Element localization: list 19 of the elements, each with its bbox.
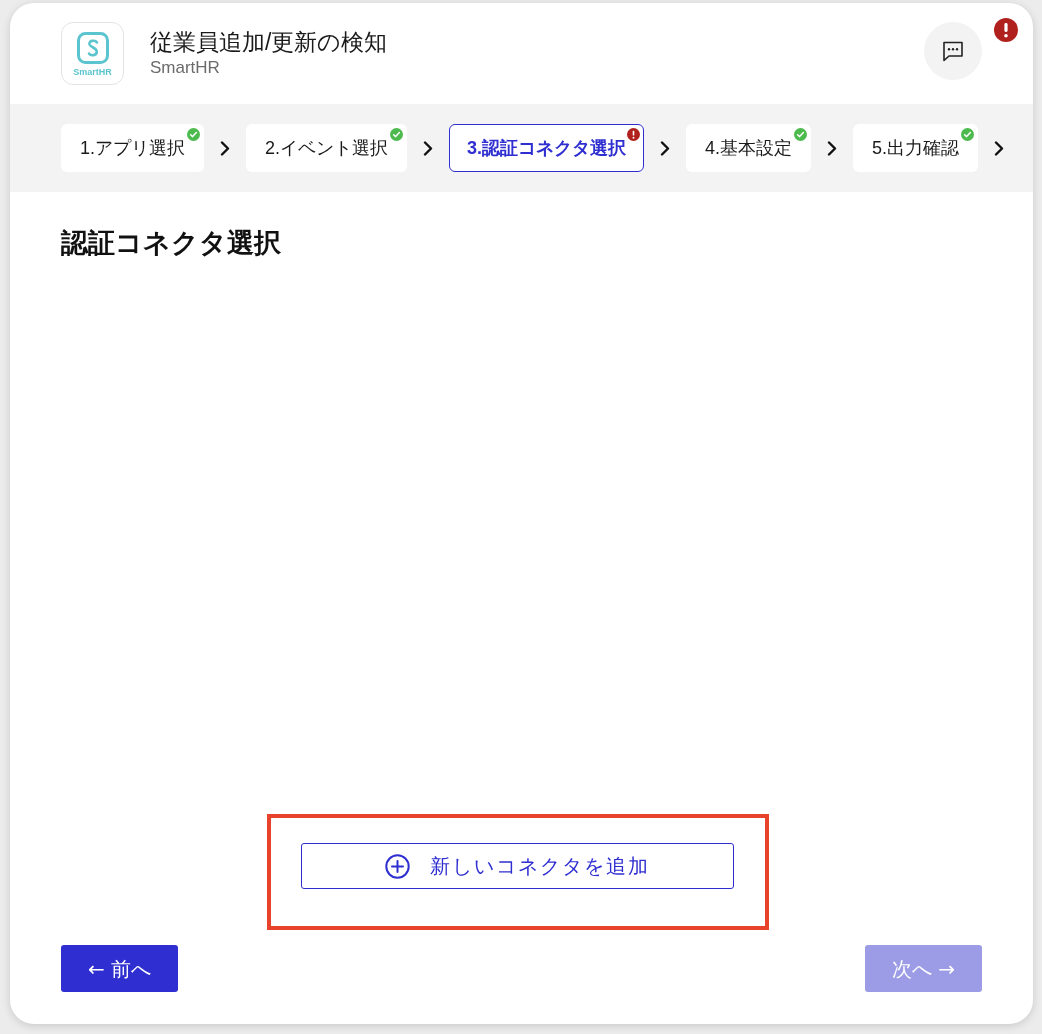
step-tab[interactable]: 2.イベント選択 <box>246 124 408 172</box>
step-tab[interactable]: 3.認証コネクタ選択 <box>449 124 645 172</box>
logo-mark-icon <box>76 32 109 64</box>
chat-icon <box>942 40 964 62</box>
step-tab[interactable]: 1.アプリ選択 <box>61 124 204 172</box>
chevron-right-icon <box>423 140 434 156</box>
step-tab[interactable]: 4.基本設定 <box>686 124 812 172</box>
previous-button[interactable]: ← 前へ <box>61 945 178 992</box>
add-connector-button[interactable]: 新しいコネクタを追加 <box>301 843 734 889</box>
section-title: 認証コネクタ選択 <box>61 227 281 260</box>
chevron-right-icon <box>220 140 230 156</box>
chevron-right-icon <box>994 140 1005 156</box>
step-tab[interactable]: 5.出力確認 <box>853 124 979 172</box>
logo-text: SmartHR <box>73 66 112 78</box>
plus-circle-icon <box>385 853 410 879</box>
chevron-right-icon <box>827 140 838 156</box>
app-title: 従業員追加/更新の検知 <box>150 28 388 57</box>
chevron-right-icon <box>660 140 671 156</box>
app-subtitle: SmartHR <box>150 57 220 79</box>
